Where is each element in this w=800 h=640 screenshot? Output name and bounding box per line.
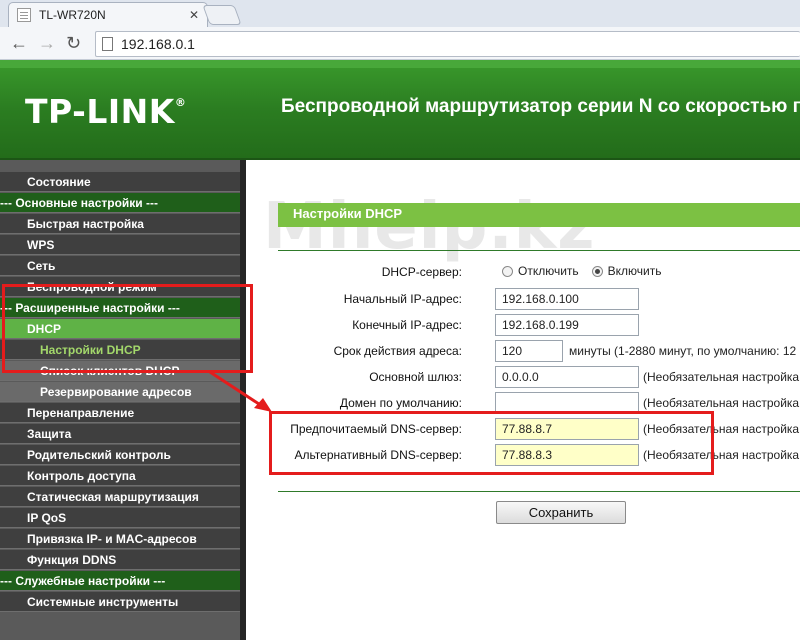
sidebar-item-wps[interactable]: WPS xyxy=(0,235,240,255)
domain-label: Домен по умолчанию: xyxy=(339,396,462,410)
address-bar[interactable]: 192.168.0.1 xyxy=(95,31,800,57)
lease-hint: минуты (1-2880 минут, по умолчанию: 12 xyxy=(569,344,797,358)
browser-tab[interactable]: TL-WR720N ✕ xyxy=(8,2,208,27)
sidebar-item-address-reservation[interactable]: Резервирование адресов xyxy=(0,382,240,402)
router-header: TP-LINK® Беспроводной маршрутизатор сери… xyxy=(0,60,800,158)
section-title: Настройки DHCP xyxy=(293,206,403,221)
gateway-field[interactable] xyxy=(495,366,639,388)
sidebar-item-ip-qos[interactable]: IP QoS xyxy=(0,508,240,528)
lease-label: Срок действия адреса: xyxy=(333,344,462,358)
forward-arrow-icon[interactable]: → xyxy=(38,32,56,54)
sidebar-section-service[interactable]: --- Служебные настройки --- xyxy=(0,571,240,591)
annotation-box-dns xyxy=(269,411,714,475)
tp-link-logo: TP-LINK® xyxy=(25,92,187,131)
start-ip-label: Начальный IP-адрес: xyxy=(343,292,462,306)
dhcp-server-label: DHCP-сервер: xyxy=(381,265,462,279)
radio-off[interactable] xyxy=(502,265,513,277)
sidebar-item-quick-setup[interactable]: Быстрая настройка xyxy=(0,214,240,234)
new-tab-button[interactable] xyxy=(202,5,242,25)
end-ip-field[interactable] xyxy=(495,314,639,336)
browser-toolbar: ← → ↻ 192.168.0.1 xyxy=(0,27,800,60)
sidebar-item-security[interactable]: Защита xyxy=(0,424,240,444)
gateway-hint: (Необязательная настройка xyxy=(643,370,800,384)
sidebar-item-status[interactable]: Состояние xyxy=(0,172,240,192)
sidebar: Состояние --- Основные настройки --- Быс… xyxy=(0,160,246,640)
sidebar-item-access-control[interactable]: Контроль доступа xyxy=(0,466,240,486)
sidebar-item-parental-control[interactable]: Родительский контроль xyxy=(0,445,240,465)
lease-field[interactable] xyxy=(495,340,563,362)
page-icon xyxy=(102,37,113,51)
radio-off-label: Отключить xyxy=(518,264,579,278)
reload-icon[interactable]: ↻ xyxy=(66,32,81,54)
sidebar-item-ip-mac-binding[interactable]: Привязка IP- и MAC-адресов xyxy=(0,529,240,549)
sidebar-item-network[interactable]: Сеть xyxy=(0,256,240,276)
address-url: 192.168.0.1 xyxy=(121,36,195,52)
browser-tab-strip: TL-WR720N ✕ xyxy=(0,0,800,27)
sidebar-section-basic[interactable]: --- Основные настройки --- xyxy=(0,193,240,213)
back-arrow-icon[interactable]: ← xyxy=(10,32,28,54)
annotation-box-sidebar xyxy=(2,284,253,373)
gateway-label: Основной шлюз: xyxy=(369,370,462,384)
sidebar-item-forwarding[interactable]: Перенаправление xyxy=(0,403,240,423)
page-favicon-icon xyxy=(17,8,31,22)
sidebar-item-static-routing[interactable]: Статическая маршрутизация xyxy=(0,487,240,507)
router-title: Беспроводной маршрутизатор серии N со ск… xyxy=(281,96,800,117)
sidebar-item-system-tools[interactable]: Системные инструменты xyxy=(0,592,240,612)
divider xyxy=(278,491,800,492)
domain-hint: (Необязательная настройка xyxy=(643,396,800,410)
watermark: Mhelp.kz xyxy=(263,190,596,264)
radio-on[interactable] xyxy=(591,265,603,277)
tab-title: TL-WR720N xyxy=(39,8,106,22)
dhcp-server-radio-group: Отключить Включить xyxy=(502,264,662,278)
sidebar-item-ddns[interactable]: Функция DDNS xyxy=(0,550,240,570)
close-tab-icon[interactable]: ✕ xyxy=(189,8,199,22)
save-button[interactable]: Сохранить xyxy=(496,501,626,524)
radio-on-label: Включить xyxy=(607,264,662,278)
end-ip-label: Конечный IP-адрес: xyxy=(352,318,462,332)
start-ip-field[interactable] xyxy=(495,288,639,310)
divider xyxy=(278,250,800,251)
